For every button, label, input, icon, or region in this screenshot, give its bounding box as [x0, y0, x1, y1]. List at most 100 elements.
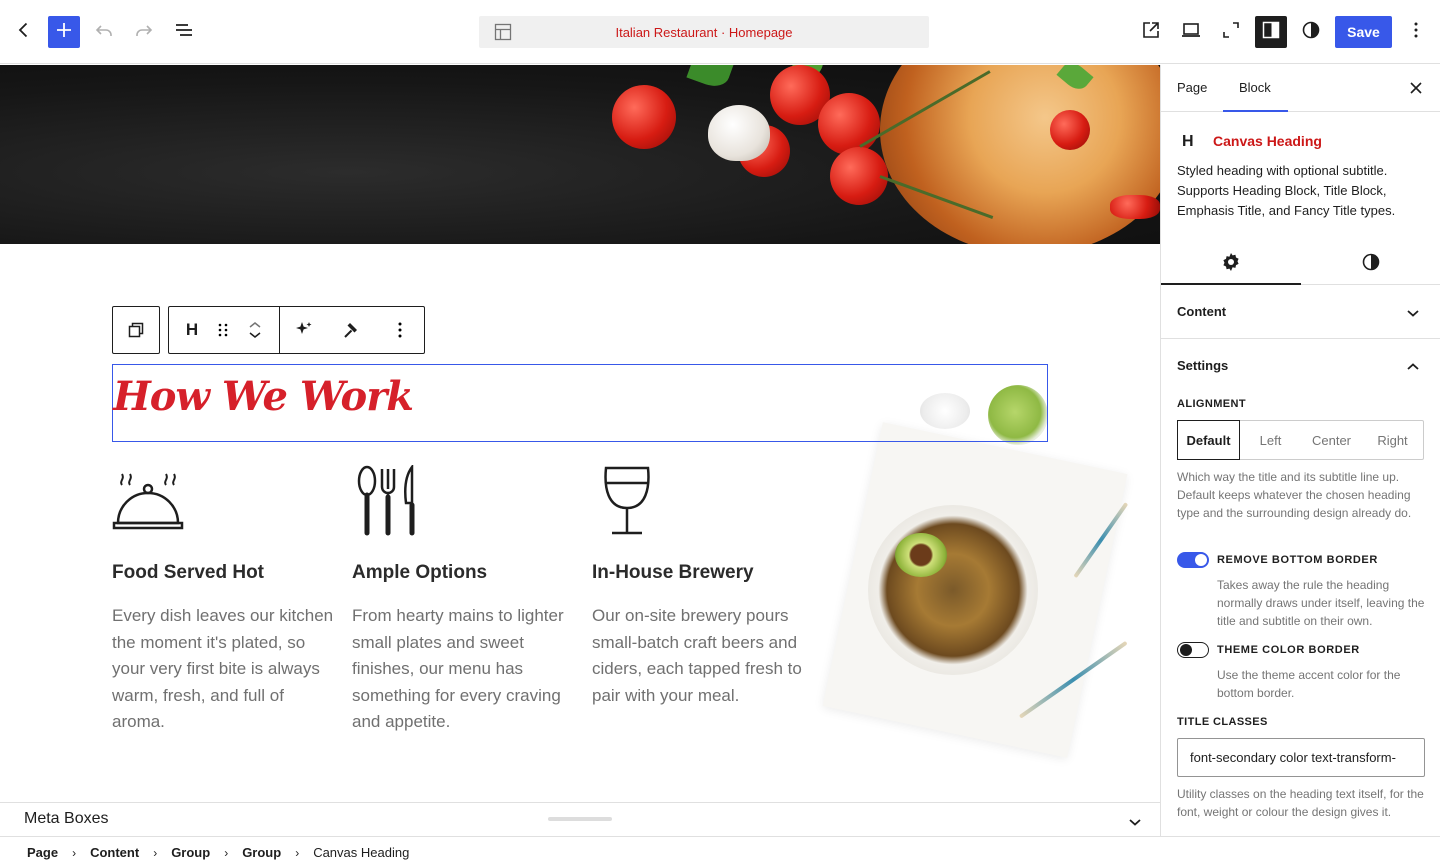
meta-boxes-panel[interactable]: Meta Boxes: [0, 802, 1160, 836]
redo-button[interactable]: [128, 16, 160, 48]
breadcrumb-item[interactable]: Content: [90, 845, 139, 860]
breadcrumb-current: Canvas Heading: [313, 845, 410, 860]
chevron-right-icon: ›: [153, 845, 158, 860]
chevron-right-icon: ›: [224, 845, 229, 860]
contrast-icon: [1360, 251, 1382, 278]
alignment-option-left[interactable]: Left: [1240, 421, 1301, 459]
settings-sidebar-toggle[interactable]: [1255, 16, 1287, 48]
plus-icon: [52, 18, 76, 47]
toggle-label: Theme color border: [1217, 644, 1360, 656]
document-bar[interactable]: Italian Restaurant · Homepage: [479, 16, 929, 48]
breadcrumb-item[interactable]: Group: [242, 845, 281, 860]
block-toolbar: H: [168, 306, 425, 354]
block-breadcrumb: Page › Content › Group › Group › Canvas …: [0, 836, 1440, 868]
more-options-icon[interactable]: [376, 307, 424, 353]
editor-header: Italian Restaurant · Homepage Save: [0, 0, 1440, 64]
chevron-down-icon[interactable]: [1124, 811, 1146, 838]
view-page-button[interactable]: [1135, 16, 1167, 48]
page-heading[interactable]: How We Work: [113, 373, 414, 420]
close-icon[interactable]: [1407, 79, 1425, 102]
alignment-help: Which way the title and its subtitle lin…: [1177, 470, 1412, 520]
chevron-down-icon: [249, 332, 261, 338]
feature-text: From hearty mains to lighter small plate…: [352, 606, 564, 731]
hammer-icon[interactable]: [328, 307, 376, 353]
wine-glass-icon: [602, 465, 652, 542]
settings-panel-toggle[interactable]: Settings: [1161, 339, 1440, 393]
laptop-icon: [1179, 18, 1203, 47]
chevron-down-icon: [1403, 303, 1423, 328]
hero-image: [0, 65, 1160, 244]
alignment-option-right[interactable]: Right: [1362, 421, 1423, 459]
editor-canvas: H How We Work Food Served Hot Every dish…: [0, 65, 1160, 802]
feature-title: Food Served Hot: [112, 562, 265, 583]
title-classes-label: Title classes: [1177, 716, 1268, 728]
panel-title: Settings: [1177, 358, 1229, 373]
back-button[interactable]: [8, 16, 40, 48]
inspector-tabs: [1161, 243, 1440, 285]
selected-heading-block[interactable]: How We Work: [112, 364, 1048, 442]
block-name: Canvas Heading: [1213, 133, 1322, 149]
redo-icon: [132, 18, 156, 47]
toggle-label: Remove bottom border: [1217, 554, 1378, 566]
add-block-button[interactable]: [48, 16, 80, 48]
resize-handle[interactable]: [548, 817, 612, 821]
tab-block[interactable]: Block: [1239, 80, 1271, 95]
chevron-left-icon: [12, 18, 36, 47]
list-view-button[interactable]: [168, 16, 200, 48]
feature-title: Ample Options: [352, 562, 488, 583]
alignment-option-default[interactable]: Default: [1177, 420, 1240, 460]
remove-bottom-border-toggle[interactable]: [1177, 552, 1209, 568]
sidebar-tabs: Page Block: [1161, 65, 1440, 112]
cutlery-icon: [356, 463, 420, 542]
feature-title: In-House Brewery: [592, 562, 754, 583]
heading-block-icon: H: [1182, 133, 1194, 150]
tab-settings[interactable]: [1161, 251, 1301, 278]
device-preview-button[interactable]: [1175, 16, 1207, 48]
title-classes-help: Utility classes on the heading text itse…: [1177, 787, 1424, 819]
breadcrumb-item[interactable]: Group: [171, 845, 210, 860]
title-classes-input[interactable]: font-secondary color text-transform-: [1177, 738, 1425, 777]
toggle-help: Takes away the rule the heading normally…: [1217, 578, 1425, 628]
alignment-control: Default Left Center Right: [1177, 420, 1424, 460]
layout-icon: [493, 22, 513, 47]
meta-boxes-title: Meta Boxes: [24, 810, 109, 827]
block-parent-selector[interactable]: [112, 306, 160, 354]
list-view-icon: [172, 18, 196, 47]
panel-title: Content: [1177, 304, 1227, 319]
feature-text: Our on-site brewery pours small-batch cr…: [592, 606, 802, 705]
contrast-icon: [1299, 18, 1323, 47]
fullscreen-button[interactable]: [1215, 16, 1247, 48]
alignment-label: Alignment: [1177, 398, 1246, 410]
move-up-down-buttons[interactable]: [231, 307, 279, 353]
tab-page[interactable]: Page: [1177, 80, 1207, 95]
chevron-up-icon: [249, 322, 261, 328]
chevron-up-icon: [1403, 357, 1423, 382]
save-button[interactable]: Save: [1335, 16, 1392, 48]
gear-icon: [1220, 251, 1242, 278]
drag-handle-icon[interactable]: [215, 307, 231, 353]
settings-sidebar: Page Block H Canvas Heading Styled headi…: [1160, 65, 1440, 836]
toggle-help: Use the theme accent color for the botto…: [1217, 668, 1401, 700]
fullscreen-icon: [1219, 18, 1243, 47]
tab-styles[interactable]: [1301, 251, 1440, 278]
alignment-option-center[interactable]: Center: [1301, 421, 1362, 459]
block-type-button[interactable]: H: [169, 307, 215, 353]
theme-color-border-toggle[interactable]: [1177, 642, 1209, 658]
duplicate-icon[interactable]: [113, 307, 159, 353]
breadcrumb-item[interactable]: Page: [27, 845, 58, 860]
serving-cloche-icon: [112, 465, 184, 536]
undo-button[interactable]: [88, 16, 120, 48]
content-panel-toggle[interactable]: Content: [1161, 285, 1440, 339]
external-link-icon: [1139, 18, 1163, 47]
styles-button[interactable]: [1295, 16, 1327, 48]
feature-text: Every dish leaves our kitchen the moment…: [112, 606, 334, 731]
sidebar-icon: [1259, 18, 1283, 47]
chevron-right-icon: ›: [72, 845, 77, 860]
document-title: Italian Restaurant · Homepage: [615, 24, 793, 40]
options-menu-button[interactable]: [1400, 16, 1432, 48]
ai-sparkle-icon[interactable]: [280, 307, 328, 353]
block-description: Styled heading with optional subtitle. S…: [1177, 163, 1396, 218]
undo-icon: [92, 18, 116, 47]
chevron-right-icon: ›: [295, 845, 300, 860]
active-tab-indicator: [1223, 110, 1288, 112]
